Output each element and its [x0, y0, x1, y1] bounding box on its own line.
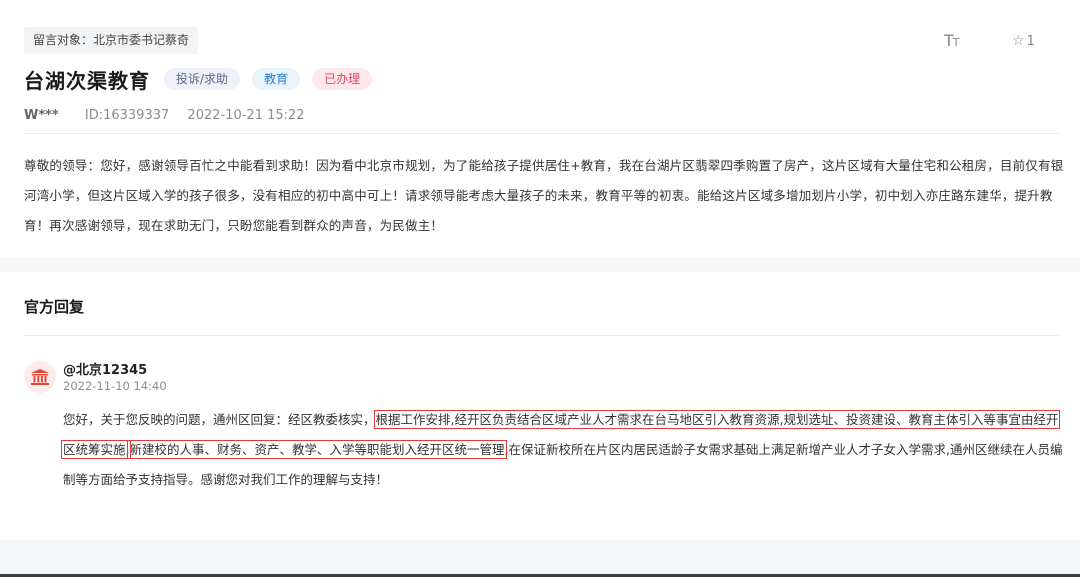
star-outline-icon: ☆ [1012, 33, 1025, 49]
favorite-count: 1 [1026, 34, 1035, 49]
post-message: 尊敬的领导：您好，感谢领导百忙之中能看到求助！因为看中北京市规划，为了能给孩子提… [24, 158, 1064, 233]
post-id: ID:16339337 [84, 108, 170, 123]
section-gap [0, 258, 1080, 272]
post-meta: W*** ID:16339337 2022-10-21 15:22 [24, 108, 305, 123]
replier-name: @北京12345 [63, 363, 148, 378]
favorite-button[interactable]: ☆ 1 [1012, 33, 1035, 49]
reply-header: 官方回复 [24, 298, 85, 316]
reply-body: 您好，关于您反映的问题，通州区回复：经区教委核实，根据工作安排,经开区负责结合区… [60, 405, 1067, 495]
government-building-icon [31, 369, 49, 385]
status-badge: 已办理 [312, 68, 373, 90]
type-badge: 投诉/求助 [164, 68, 241, 90]
post-date: 2022-10-21 15:22 [187, 108, 305, 123]
reply-highlight: 新建校的人事、财务、资产、教学、入学等职能划入经开区统一管理 [127, 440, 507, 459]
font-size-icon[interactable]: TT [944, 31, 959, 50]
avatar [24, 361, 56, 393]
divider [24, 133, 1062, 134]
title-row: 台湖次渠教育 投诉/求助 教育 已办理 [24, 64, 373, 94]
category-badge: 教育 [252, 68, 301, 90]
reply-text: 您好，关于您反映的问题，通州区回复：经区教委核实， [63, 412, 376, 427]
divider [24, 335, 1062, 336]
page-footer-gap [0, 540, 1080, 577]
recipient-tag: 留言对象：北京市委书记蔡奇 [24, 27, 199, 54]
reply-time: 2022-11-10 14:40 [63, 379, 167, 393]
post-section: 留言对象：北京市委书记蔡奇 TT ☆ 1 台湖次渠教育 投诉/求助 教育 已办理 … [0, 0, 1080, 258]
post-user: W*** [24, 108, 59, 123]
page-title: 台湖次渠教育 [24, 68, 150, 93]
